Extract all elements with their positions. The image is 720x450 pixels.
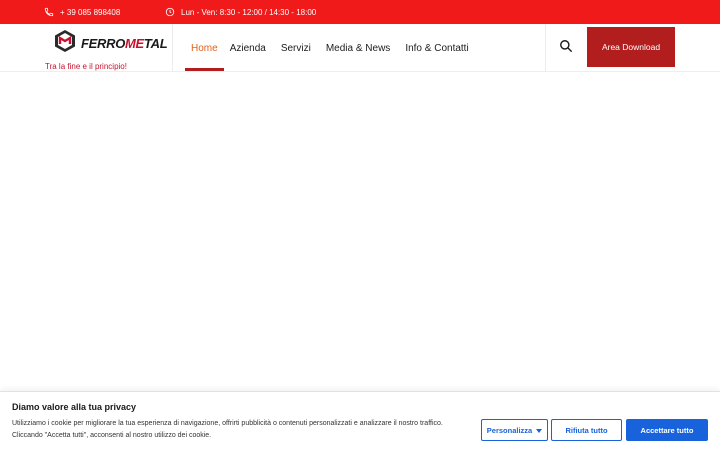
header-divider [172,24,173,72]
main-nav: Home Azienda Servizi Media & News Info &… [184,24,484,72]
topbar-hours: Lun - Ven: 8:30 - 12:00 / 14:30 - 18:00 [165,0,316,24]
nav-media-news[interactable]: Media & News [326,24,390,72]
phone-icon [44,7,54,17]
logo-wordmark: FERROMETAL [81,35,168,51]
tagline: Tra la fine e il principio! [45,62,127,71]
accept-all-button[interactable]: Accettare tutto [626,419,708,441]
opening-hours: Lun - Ven: 8:30 - 12:00 / 14:30 - 18:00 [181,7,317,17]
site-header: FERROMETAL Tra la fine e il principio! H… [0,24,720,72]
logo-mark-icon [53,29,77,58]
site-logo[interactable]: FERROMETAL [53,29,168,58]
topbar-phone[interactable]: + 39 085 898408 [44,0,120,24]
nav-servizi[interactable]: Servizi [281,24,311,72]
caret-down-icon [536,426,543,435]
header-divider [545,24,546,72]
reject-all-button[interactable]: Rifiuta tutto [551,419,622,441]
nav-info-contatti[interactable]: Info & Contatti [405,24,468,72]
cookie-banner: Diamo valore alla tua privacy Utilizziam… [0,391,720,450]
cookie-title: Diamo valore alla tua privacy [12,402,137,412]
nav-azienda[interactable]: Azienda [230,24,266,72]
page: + 39 085 898408 Lun - Ven: 8:30 - 12:00 … [0,0,720,450]
area-download-button[interactable]: Area Download [587,27,675,67]
search-icon [559,39,573,58]
customize-label: Personalizza [486,425,533,435]
nav-home[interactable]: Home [185,24,224,72]
phone-number: + 39 085 898408 [60,7,121,17]
search-button[interactable] [556,38,576,58]
cookie-text: Utilizziamo i cookie per migliorare la t… [12,420,443,439]
clock-icon [165,7,175,17]
top-bar: + 39 085 898408 Lun - Ven: 8:30 - 12:00 … [0,0,720,24]
customize-button[interactable]: Personalizza [481,419,548,441]
